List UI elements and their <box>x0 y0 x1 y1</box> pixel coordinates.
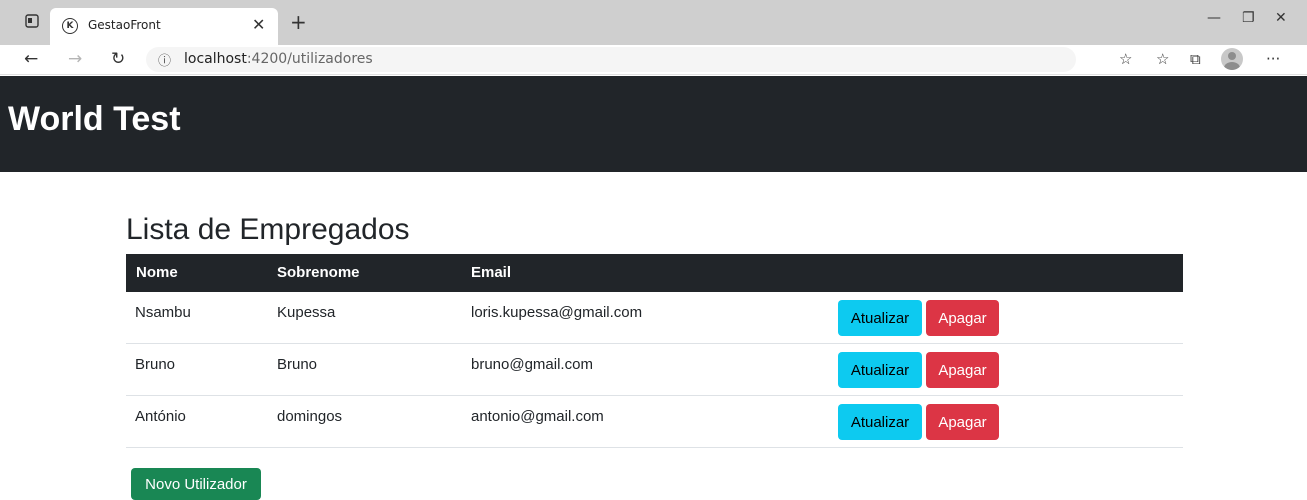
refresh-icon[interactable]: ↻ <box>111 49 125 69</box>
update-button[interactable]: Atualizar <box>838 352 922 388</box>
employees-table: Nome Sobrenome Email Nsambu Kupessa lori… <box>126 254 1183 448</box>
table-header: Nome Sobrenome Email <box>126 254 1183 292</box>
cell-sobrenome: Kupessa <box>277 304 336 321</box>
brand[interactable]: World Test <box>8 100 181 139</box>
update-button[interactable]: Atualizar <box>838 300 922 336</box>
cell-nome: Bruno <box>135 356 176 373</box>
cell-nome: António <box>135 408 186 425</box>
back-arrow-icon[interactable]: ← <box>24 49 38 69</box>
cell-email: loris.kupessa@gmail.com <box>471 304 643 321</box>
url-text: localhost:4200/utilizadores <box>184 51 373 67</box>
header-sobrenome: Sobrenome <box>277 264 360 281</box>
delete-button[interactable]: Apagar <box>926 404 999 440</box>
browser-tab[interactable]: K GestaoFront ✕ <box>50 8 278 45</box>
table-row: Bruno Bruno bruno@gmail.com Atualizar Ap… <box>126 344 1183 396</box>
cell-email: antonio@gmail.com <box>471 408 604 425</box>
collections-icon[interactable]: ⧉ <box>1190 50 1201 68</box>
tab-sidebar-icon[interactable] <box>22 10 42 32</box>
more-icon[interactable]: ··· <box>1266 50 1280 68</box>
info-icon[interactable]: ⓘ <box>158 50 171 69</box>
app-navbar: World Test <box>0 76 1307 172</box>
url-host: localhost <box>184 51 247 67</box>
delete-button[interactable]: Apagar <box>926 352 999 388</box>
browser-tab-bar: K GestaoFront ✕ + — ❐ ✕ <box>0 0 1307 45</box>
plus-icon[interactable]: + <box>290 10 307 34</box>
header-email: Email <box>471 264 512 281</box>
close-icon[interactable]: ✕ <box>252 15 265 34</box>
star-add-icon[interactable]: ☆ <box>1119 50 1132 68</box>
page-title: Lista de Empregados <box>126 213 410 246</box>
header-nome: Nome <box>136 264 178 281</box>
favorites-icon[interactable]: ☆ <box>1156 50 1169 68</box>
cell-nome: Nsambu <box>135 304 191 321</box>
cell-sobrenome: Bruno <box>277 356 318 373</box>
address-bar: ← → ↻ ⓘ localhost:4200/utilizadores ☆ ☆ … <box>0 45 1307 75</box>
forward-arrow-icon[interactable]: → <box>68 49 82 69</box>
favicon-icon: K <box>62 18 78 34</box>
new-user-button[interactable]: Novo Utilizador <box>131 468 261 500</box>
tab-title: GestaoFront <box>88 18 161 32</box>
url-path: :4200/utilizadores <box>246 51 373 67</box>
avatar-icon[interactable] <box>1221 48 1243 70</box>
delete-button[interactable]: Apagar <box>926 300 999 336</box>
table-row: António domingos antonio@gmail.com Atual… <box>126 396 1183 448</box>
restore-icon[interactable]: ❐ <box>1242 10 1255 26</box>
window-close-icon[interactable]: ✕ <box>1275 10 1287 26</box>
update-button[interactable]: Atualizar <box>838 404 922 440</box>
cell-sobrenome: domingos <box>277 408 343 425</box>
minimize-icon[interactable]: — <box>1207 10 1221 26</box>
url-input[interactable]: ⓘ localhost:4200/utilizadores <box>146 47 1076 72</box>
table-row: Nsambu Kupessa loris.kupessa@gmail.com A… <box>126 292 1183 344</box>
cell-email: bruno@gmail.com <box>471 356 593 373</box>
